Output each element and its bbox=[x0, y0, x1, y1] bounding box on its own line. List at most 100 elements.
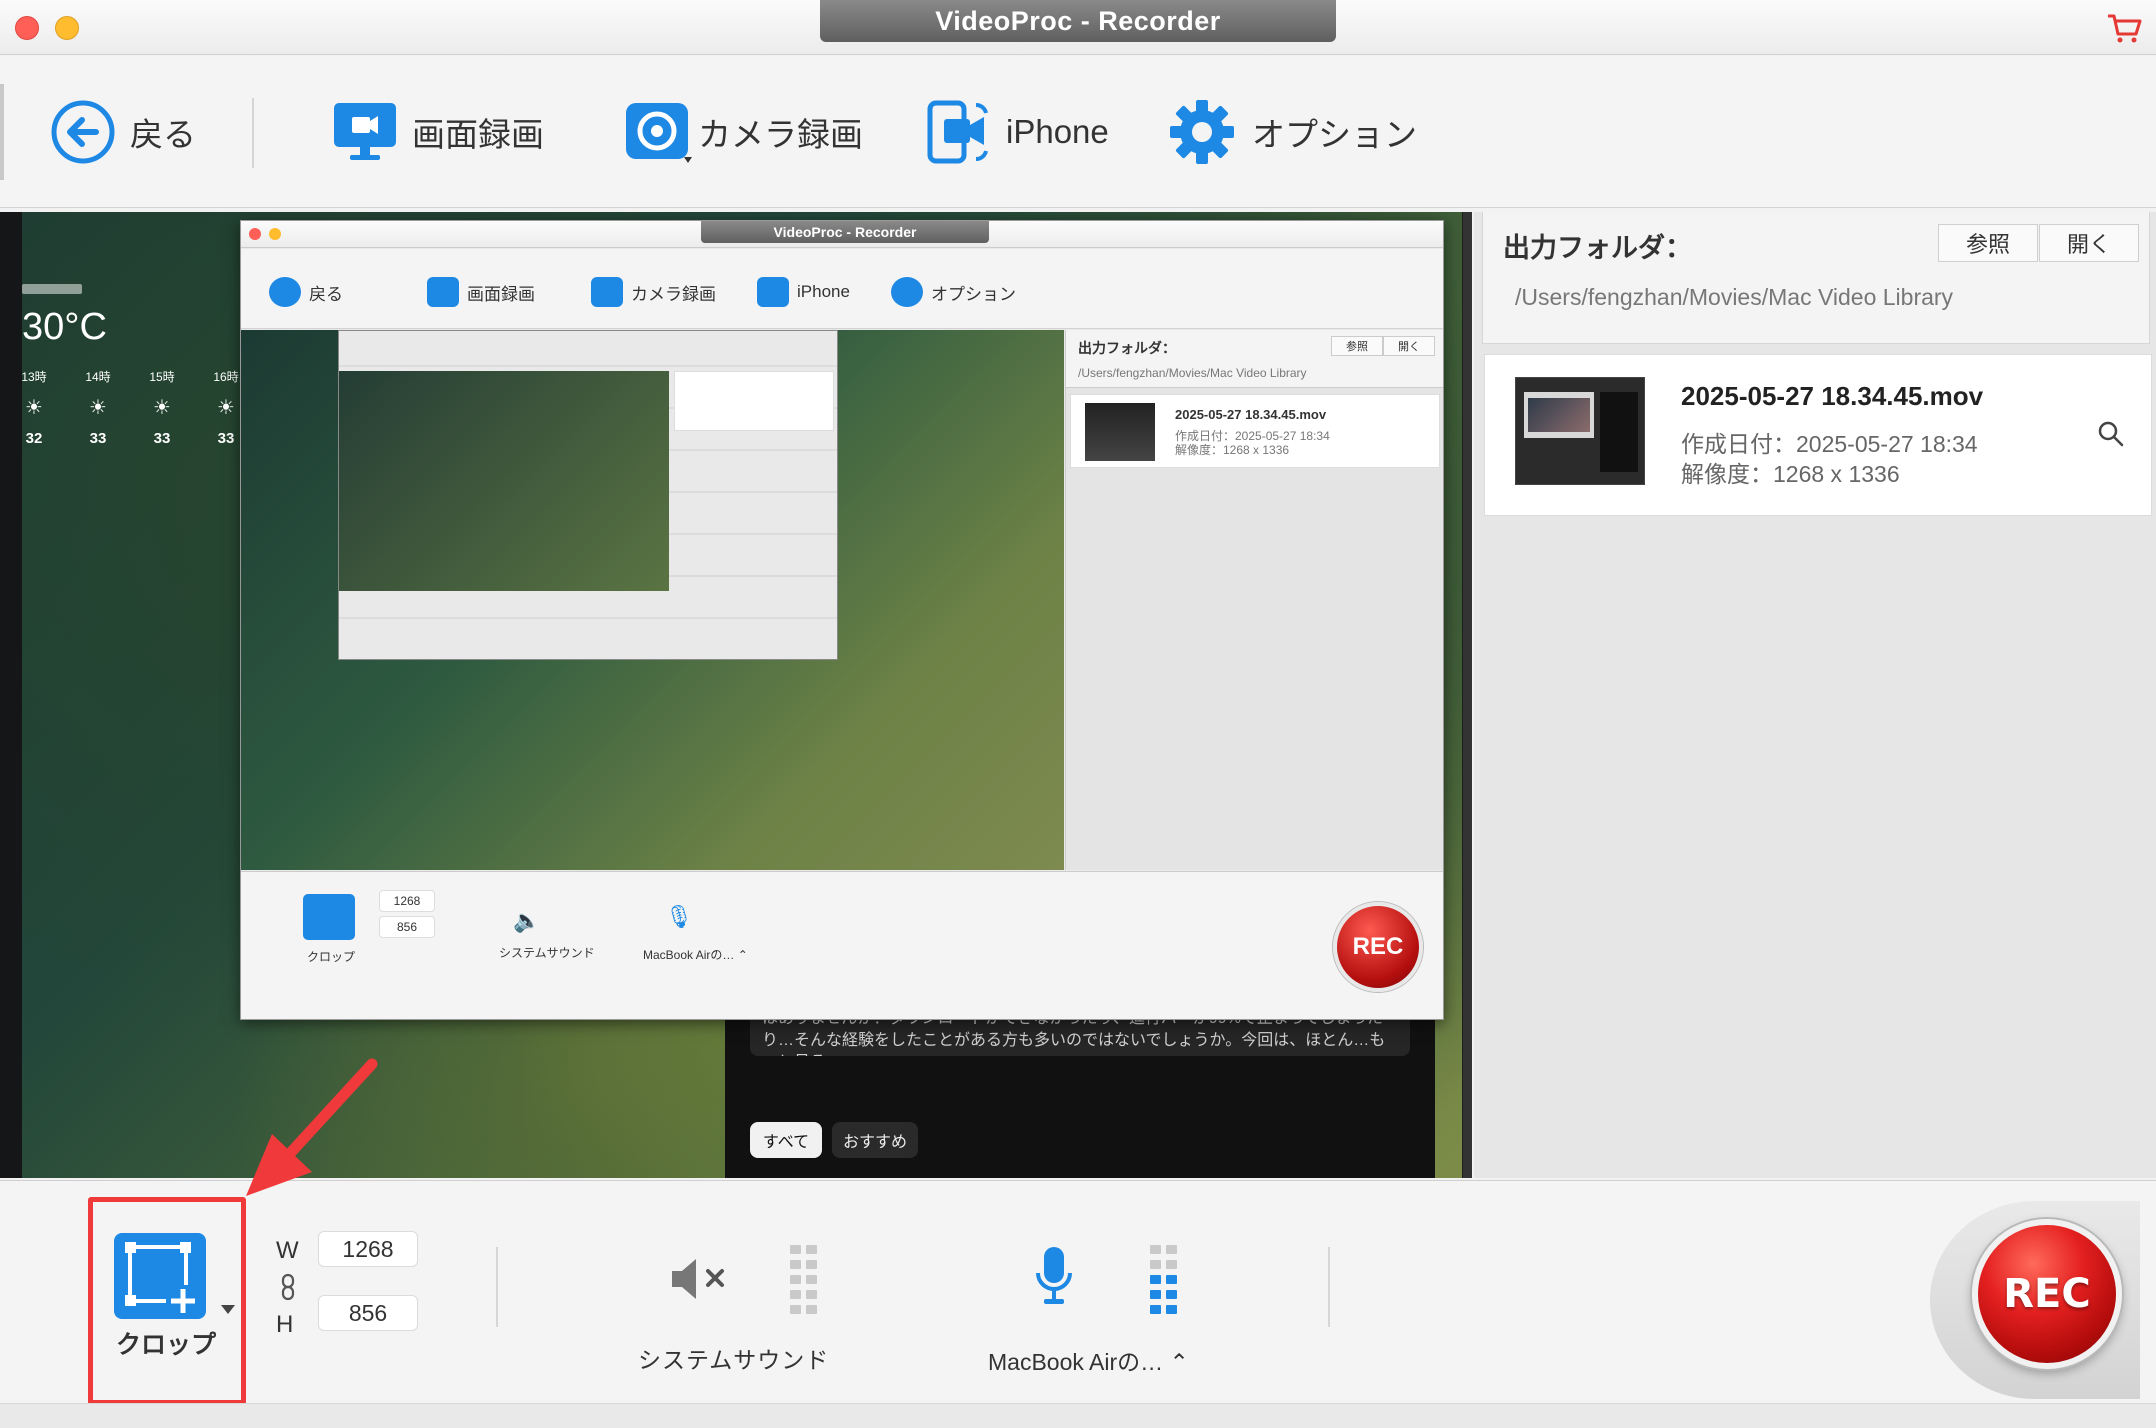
nested-browse-button: 参照 bbox=[1331, 336, 1383, 356]
controls-divider bbox=[1328, 1247, 1330, 1327]
nested-file-card: 2025-05-27 18.34.45.mov 作成日付：2025-05-27 … bbox=[1070, 394, 1440, 468]
iphone-record-button[interactable]: iPhone bbox=[926, 56, 1109, 208]
microphone-icon[interactable] bbox=[1034, 1245, 1074, 1309]
nested-open-button: 開く bbox=[1383, 336, 1435, 356]
crop-add-icon bbox=[125, 1242, 200, 1315]
weather-hour: 14時 ☀ 33 bbox=[68, 368, 128, 447]
height-label: H bbox=[276, 1311, 294, 1338]
nested-file-resolution: 解像度：1268 x 1336 bbox=[1175, 443, 1290, 457]
nested-screen: 画面録画 bbox=[427, 277, 535, 307]
nested-output-path: /Users/fengzhan/Movies/Mac Video Library bbox=[1078, 366, 1307, 380]
nested-camera: カメラ録画 bbox=[591, 277, 716, 307]
nested-height-value: 856 bbox=[379, 916, 435, 938]
filter-chip-all: すべて bbox=[750, 1122, 822, 1158]
weather-hour-temp: 33 bbox=[153, 430, 171, 447]
screen-record-label: 画面録画 bbox=[412, 116, 544, 153]
nested-minimize-dot bbox=[269, 228, 281, 240]
nested-options: オプション bbox=[891, 277, 1016, 307]
crop-add-icon bbox=[303, 894, 355, 940]
controls-divider bbox=[496, 1247, 498, 1327]
window-title: VideoProc - Recorder bbox=[820, 0, 1336, 42]
nested-app-window: VideoProc - Recorder 戻る 画面録画 カメラ録画 iPhon… bbox=[240, 220, 1444, 1020]
weather-hour-temp: 33 bbox=[217, 430, 235, 447]
sun-icon: ☀ bbox=[89, 397, 107, 419]
weather-hour-label: 15時 bbox=[149, 370, 175, 384]
crop-label: クロップ bbox=[116, 1331, 217, 1359]
recursive-preview bbox=[339, 371, 669, 591]
weather-temperature: 30°C bbox=[22, 306, 107, 348]
thumbnail-video bbox=[1528, 398, 1590, 432]
monitor-camera-icon bbox=[334, 103, 396, 160]
options-button[interactable]: オプション bbox=[1166, 56, 1417, 208]
window-minimize-button[interactable] bbox=[55, 16, 79, 40]
monitor-camera-icon bbox=[427, 277, 459, 307]
crop-button[interactable] bbox=[114, 1233, 206, 1319]
speaker-muted-icon[interactable] bbox=[668, 1255, 732, 1303]
height-input[interactable] bbox=[318, 1295, 418, 1331]
file-resolution: 解像度：1268 x 1336 bbox=[1681, 461, 1900, 487]
nested-output-panel: 出力フォルダ： 参照 開く /Users/fengzhan/Movies/Mac… bbox=[1065, 330, 1443, 870]
link-icon[interactable] bbox=[280, 1273, 296, 1301]
preview-left-edge bbox=[0, 212, 22, 1178]
screen-record-button[interactable]: 画面録画 bbox=[332, 56, 544, 208]
camera-icon bbox=[591, 277, 623, 307]
output-panel: 出力フォルダ： 参照 開く /Users/fengzhan/Movies/Mac… bbox=[1474, 212, 2156, 1178]
nested-file-name: 2025-05-27 18.34.45.mov bbox=[1175, 407, 1327, 422]
weather-hour-temp: 32 bbox=[25, 430, 43, 447]
file-created-date: 作成日付：2025-05-27 18:34 bbox=[1681, 431, 1978, 457]
nested-options-label: オプション bbox=[931, 284, 1016, 304]
output-folder-label: 出力フォルダ： bbox=[1503, 233, 1692, 263]
speaker-muted-icon: 🔈 bbox=[513, 908, 541, 933]
nested-toolbar: 戻る 画面録画 カメラ録画 iPhone オプション bbox=[241, 249, 1443, 329]
recorded-file-item[interactable]: 2025-05-27 18.34.45.mov 作成日付：2025-05-27 … bbox=[1484, 354, 2152, 516]
back-label: 戻る bbox=[130, 116, 196, 153]
nested-rec-button: REC bbox=[1333, 902, 1423, 992]
file-thumbnail bbox=[1515, 377, 1645, 485]
search-icon[interactable] bbox=[2097, 420, 2125, 448]
weather-widget: 30°C 13時 ☀ 32 14時 ☀ 33 15時 ☀ 33 16時 ☀ 33 bbox=[21, 248, 242, 548]
output-folder-header: 出力フォルダ： 参照 開く /Users/fengzhan/Movies/Mac… bbox=[1482, 212, 2150, 344]
back-button[interactable]: 戻る bbox=[50, 56, 196, 208]
rec-button[interactable]: REC bbox=[1972, 1219, 2122, 1369]
mic-level-meter[interactable] bbox=[1150, 1245, 1178, 1315]
nested-iphone-label: iPhone bbox=[797, 282, 850, 301]
file-name: 2025-05-27 18.34.45.mov bbox=[1681, 381, 1984, 411]
open-folder-button[interactable]: 開く bbox=[2039, 224, 2139, 262]
iphone-camera-icon bbox=[757, 277, 789, 307]
nested-mic-label: MacBook Airの… ⌃ bbox=[643, 948, 748, 962]
weather-hour: 13時 ☀ 32 bbox=[4, 368, 64, 447]
toolbar-divider bbox=[252, 98, 254, 168]
camera-record-button[interactable]: カメラ録画 bbox=[624, 56, 863, 208]
recursive-output-card bbox=[674, 371, 834, 431]
nested-output-label: 出力フォルダ： bbox=[1078, 340, 1176, 356]
nested-iphone: iPhone bbox=[757, 277, 850, 307]
filter-chip-recommended: おすすめ bbox=[832, 1122, 918, 1158]
back-arrow-icon bbox=[269, 277, 301, 307]
microphone-selector[interactable]: MacBook Airの… ⌃ bbox=[988, 1343, 1189, 1377]
browse-button[interactable]: 参照 bbox=[1938, 224, 2038, 262]
sun-icon: ☀ bbox=[25, 397, 43, 419]
weather-hour-label: 13時 bbox=[21, 370, 47, 384]
main-toolbar: 戻る 画面録画 カメラ録画 iPhone オプション bbox=[0, 56, 2156, 208]
nested-title-bar: VideoProc - Recorder bbox=[241, 221, 1443, 248]
width-label: W bbox=[276, 1237, 299, 1264]
recording-preview[interactable]: 30°C 13時 ☀ 32 14時 ☀ 33 15時 ☀ 33 16時 ☀ 33… bbox=[0, 212, 1472, 1178]
width-input[interactable] bbox=[318, 1231, 418, 1267]
window-close-button[interactable] bbox=[15, 16, 39, 40]
back-arrow-icon bbox=[51, 100, 115, 164]
crop-dropdown-arrow[interactable] bbox=[221, 1305, 235, 1314]
nested-back-label: 戻る bbox=[309, 284, 343, 304]
nested-camera-label: カメラ録画 bbox=[631, 284, 716, 304]
nested-width-value: 1268 bbox=[379, 890, 435, 912]
cart-icon[interactable] bbox=[2106, 12, 2142, 44]
nested-crop-label: クロップ bbox=[307, 950, 356, 964]
gear-icon bbox=[1170, 100, 1234, 164]
nested-output-header: 出力フォルダ： 参照 開く /Users/fengzhan/Movies/Mac… bbox=[1066, 330, 1443, 388]
weather-hour-label: 16時 bbox=[213, 370, 239, 384]
output-folder-path: /Users/fengzhan/Movies/Mac Video Library bbox=[1515, 284, 1954, 310]
sound-level-meter[interactable] bbox=[790, 1245, 818, 1315]
nested-close-dot bbox=[249, 228, 261, 240]
nested-back: 戻る bbox=[269, 277, 343, 307]
nested-sound-label: システムサウンド bbox=[499, 946, 595, 960]
recording-controls-bar: クロップ W H システムサウンド bbox=[0, 1180, 2156, 1428]
